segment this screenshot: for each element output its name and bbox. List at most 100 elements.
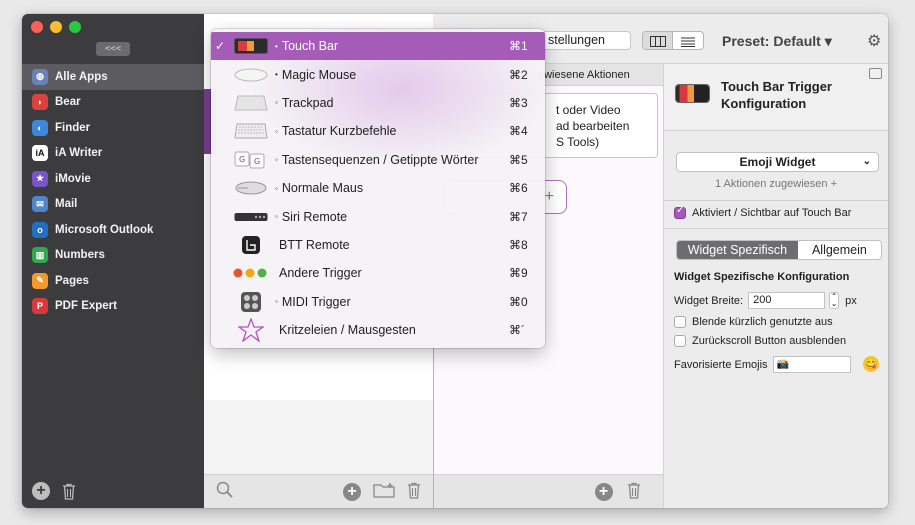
sidebar-app-item[interactable]: ◐ Finder xyxy=(22,115,204,141)
settings-button[interactable]: stellungen xyxy=(541,31,631,50)
config-tabs: Widget Spezifisch Allgemein xyxy=(676,240,882,260)
outlook-icon: o xyxy=(32,221,48,238)
sidebar-app-item[interactable]: ✎ Pages xyxy=(22,268,204,294)
menu-item-shortcut: ⌘9 xyxy=(509,266,528,281)
emoji-picker-button[interactable]: 😋 xyxy=(863,356,879,372)
collapse-sidebar-button[interactable]: <<< xyxy=(96,42,130,56)
sidebar-app-label: Numbers xyxy=(55,249,105,262)
keyboard-icon xyxy=(233,120,269,142)
close-window-button[interactable] xyxy=(31,21,43,33)
menu-item-shortcut: ⌘2 xyxy=(509,67,528,82)
list-footer: + xyxy=(204,474,433,508)
status-dot: ◦ xyxy=(275,183,278,193)
menu-item-shortcut: ⌘6 xyxy=(509,181,528,196)
trigger-config-panel: Touch Bar Trigger Konfiguration Emoji Wi… xyxy=(663,64,888,508)
sidebar-app-item[interactable]: o Microsoft Outlook xyxy=(22,217,204,243)
sidebar-app-item[interactable]: ◗ Bear xyxy=(22,90,204,116)
trackpad-icon xyxy=(233,92,269,114)
sidebar-app-item[interactable]: ◍ Alle Apps xyxy=(22,64,204,90)
tab-widget-specific[interactable]: Widget Spezifisch xyxy=(677,241,798,259)
menu-item-shortcut: ⌘´ xyxy=(509,323,525,338)
favorite-emojis-input[interactable]: 📸 xyxy=(772,356,851,373)
app-sidebar: <<< ◍ Alle Apps ◗ Bear ◐ Finder iA iA Writer ★ iM… xyxy=(22,14,204,508)
sidebar-app-item[interactable]: iA iA Writer xyxy=(22,141,204,167)
numbers-icon: ▥ xyxy=(32,247,48,264)
zoom-window-button[interactable] xyxy=(69,21,81,33)
detach-window-icon[interactable] xyxy=(869,68,882,79)
menu-item-midi[interactable]: ◦ MIDI Trigger ⌘0 xyxy=(211,288,545,316)
menu-item-trackpad[interactable]: ◦ Trackpad ⌘3 xyxy=(211,89,545,117)
menu-item-keyboard[interactable]: ◦ Tastatur Kurzbefehle ⌘4 xyxy=(211,117,545,145)
pages-icon: ✎ xyxy=(32,272,48,289)
add-folder-icon[interactable] xyxy=(373,482,395,501)
preset-selector[interactable]: Preset: Default ▾ xyxy=(722,33,832,50)
sidebar-app-label: Alle Apps xyxy=(55,70,108,83)
add-trigger-button[interactable]: + xyxy=(343,482,361,501)
sidebar-app-label: Pages xyxy=(55,274,89,287)
finder-icon: ◐ xyxy=(32,119,48,136)
menu-item-magic-mouse[interactable]: • Magic Mouse ⌘2 xyxy=(211,60,545,88)
minimize-window-button[interactable] xyxy=(50,21,62,33)
action-card-line: ad bearbeiten xyxy=(556,119,630,133)
visible-checkbox[interactable] xyxy=(674,205,686,219)
sidebar-app-item[interactable]: P PDF Expert xyxy=(22,294,204,320)
list-view-icon[interactable] xyxy=(673,32,703,49)
status-dot: ◦ xyxy=(275,155,278,165)
gear-icon[interactable]: ⚙ xyxy=(867,31,881,51)
menu-item-label: Andere Trigger xyxy=(279,266,362,281)
menu-item-key-sequence[interactable]: G G ◦ Tastensequenzen / Getippte Wörter ⌘5 xyxy=(211,146,545,174)
svg-text:G: G xyxy=(254,157,260,166)
checkmark-icon: ✓ xyxy=(215,39,226,54)
hide-back-checkbox[interactable] xyxy=(674,335,686,347)
widget-width-row: Widget Breite: 200 ⌃ ⌄ px xyxy=(674,292,857,309)
hide-back-button-row[interactable]: Zurückscroll Button ausblenden xyxy=(674,335,846,347)
sidebar-app-label: Microsoft Outlook xyxy=(55,223,154,236)
search-icon[interactable] xyxy=(216,481,234,502)
menu-item-traffic-dots[interactable]: Andere Trigger ⌘9 xyxy=(211,259,545,287)
view-mode-segmented[interactable] xyxy=(642,31,704,50)
actions-footer: + xyxy=(434,474,663,508)
add-action-icon[interactable]: + xyxy=(594,482,613,501)
tab-general[interactable]: Allgemein xyxy=(798,241,881,259)
width-stepper[interactable]: ⌃ ⌄ xyxy=(829,292,840,309)
sidebar-app-label: iA Writer xyxy=(55,147,103,160)
status-dot: ◦ xyxy=(275,297,278,307)
action-card-line: S Tools) xyxy=(556,135,600,149)
status-dot: • xyxy=(275,41,278,51)
traffic-dots-icon xyxy=(233,262,269,284)
sidebar-app-item[interactable]: ★ iMovie xyxy=(22,166,204,192)
mail-icon: ✉ xyxy=(32,196,48,213)
menu-item-label: Magic Mouse xyxy=(281,67,357,82)
sidebar-app-label: iMovie xyxy=(55,172,91,185)
menu-item-gesture-star[interactable]: Kritzeleien / Mausgesten ⌘´ xyxy=(211,316,545,344)
btt-remote-icon xyxy=(233,234,269,256)
add-app-button[interactable]: + xyxy=(32,482,50,500)
touch-bar-icon xyxy=(676,85,709,102)
hide-recent-row[interactable]: Blende kürzlich genutzte aus xyxy=(674,316,833,328)
widget-width-input[interactable]: 200 xyxy=(748,292,826,309)
menu-item-btt-remote[interactable]: BTT Remote ⌘8 xyxy=(211,231,545,259)
visible-on-touchbar-row[interactable]: Aktiviert / Sichtbar auf Touch Bar xyxy=(674,205,851,219)
menu-item-shortcut: ⌘8 xyxy=(509,237,528,252)
assigned-actions-count[interactable]: 1 Aktionen zugewiesen + xyxy=(664,178,888,190)
sidebar-app-item[interactable]: ▥ Numbers xyxy=(22,243,204,269)
delete-action-button[interactable] xyxy=(627,482,641,502)
hide-recent-checkbox[interactable] xyxy=(674,316,686,328)
siri-remote-icon xyxy=(233,206,269,228)
menu-item-shortcut: ⌘4 xyxy=(509,124,528,139)
menu-item-label: Touch Bar xyxy=(281,39,339,54)
globe-icon: ◍ xyxy=(32,68,48,85)
sidebar-app-label: Mail xyxy=(55,198,78,211)
pdf-icon: P xyxy=(32,298,48,315)
delete-app-button[interactable] xyxy=(62,483,76,500)
menu-item-siri-remote[interactable]: ◦ Siri Remote ⌘7 xyxy=(211,202,545,230)
delete-trigger-button[interactable] xyxy=(407,482,421,502)
sidebar-app-item[interactable]: ✉ Mail xyxy=(22,192,204,218)
menu-item-mouse[interactable]: ◦ Normale Maus ⌘6 xyxy=(211,174,545,202)
menu-item-touch-bar[interactable]: ✓ • Touch Bar ⌘1 xyxy=(211,32,545,61)
list-empty-area xyxy=(204,400,433,474)
star-icon: ★ xyxy=(32,170,48,187)
gesture-star-icon xyxy=(233,318,269,343)
widget-type-select[interactable]: Emoji Widget ⌄ xyxy=(676,152,879,172)
column-view-icon[interactable] xyxy=(643,32,674,49)
